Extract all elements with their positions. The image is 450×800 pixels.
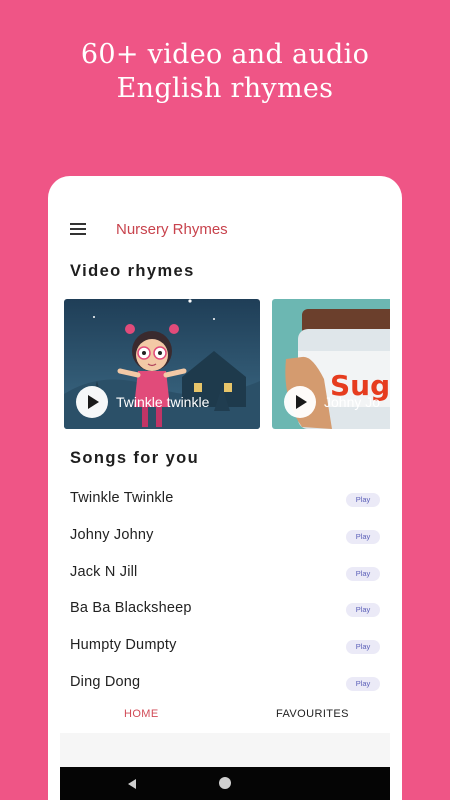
song-title: Twinkle Twinkle <box>70 490 174 506</box>
song-list-item[interactable]: Humpty Dumpty Play <box>48 629 402 665</box>
song-title: Ding Dong <box>70 674 141 690</box>
video-title: Twinkle twinkle <box>116 394 210 410</box>
video-carousel[interactable]: Twinkle twinkle Sug Johny Jo <box>64 299 390 429</box>
home-icon[interactable] <box>219 777 231 789</box>
video-card-johny[interactable]: Sug Johny Jo <box>272 299 390 429</box>
phone-screen: Nursery Rhymes Video rhymes Twinkle twin… <box>48 176 402 800</box>
promo-headline-line-2: English rhymes <box>116 73 334 104</box>
songs-for-you-heading: Songs for you <box>70 449 200 467</box>
tab-favourites[interactable]: FAVOURITES <box>276 708 349 720</box>
song-list-item[interactable]: Ding Dong Play <box>48 666 402 702</box>
song-title: Jack N Jill <box>70 564 138 580</box>
play-button[interactable]: Play <box>346 567 380 581</box>
bottom-content-area <box>60 733 390 769</box>
song-list-item[interactable]: Johny Johny Play <box>48 519 402 555</box>
song-title: Humpty Dumpty <box>70 637 177 653</box>
promo-headline: 60+ video and audio English rhymes <box>0 38 450 106</box>
song-list-item[interactable]: Twinkle Twinkle Play <box>48 482 402 518</box>
tab-home[interactable]: HOME <box>124 708 159 720</box>
app-title: Nursery Rhymes <box>116 221 228 238</box>
video-card-twinkle[interactable]: Twinkle twinkle <box>64 299 260 429</box>
song-list-item[interactable]: Jack N Jill Play <box>48 556 402 592</box>
video-title: Johny Jo <box>324 394 381 410</box>
app-bar: Nursery Rhymes <box>48 212 402 246</box>
play-icon[interactable] <box>76 386 108 418</box>
song-title: Johny Johny <box>70 527 154 543</box>
play-button[interactable]: Play <box>346 603 380 617</box>
video-rhymes-heading: Video rhymes <box>70 262 195 280</box>
android-navigation-bar <box>60 767 390 800</box>
promo-headline-line-1: 60+ video and audio <box>80 39 370 70</box>
hamburger-menu-icon[interactable] <box>70 223 88 235</box>
play-button[interactable]: Play <box>346 493 380 507</box>
play-button[interactable]: Play <box>346 640 380 654</box>
play-button[interactable]: Play <box>346 530 380 544</box>
song-title: Ba Ba Blacksheep <box>70 600 192 616</box>
play-icon[interactable] <box>284 386 316 418</box>
play-button[interactable]: Play <box>346 677 380 691</box>
song-list-item[interactable]: Ba Ba Blacksheep Play <box>48 592 402 628</box>
back-icon[interactable] <box>128 779 136 789</box>
